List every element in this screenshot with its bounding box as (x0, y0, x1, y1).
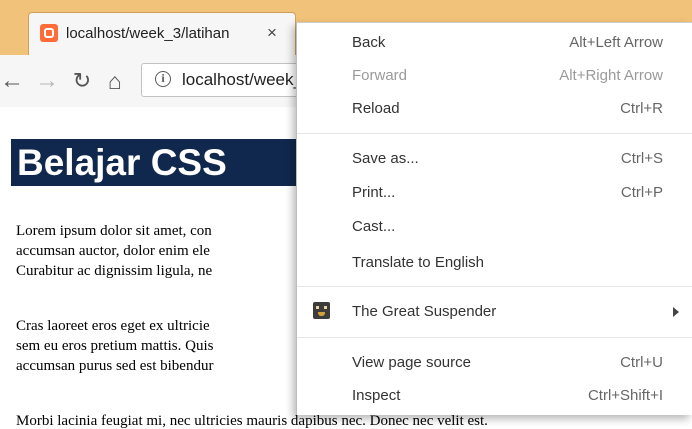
menu-shortcut: Alt+Left Arrow (569, 34, 663, 51)
submenu-arrow-icon (673, 307, 679, 317)
tab-title: localhost/week_3/latihan (66, 25, 230, 42)
menu-shortcut: Ctrl+P (620, 184, 663, 201)
menu-shortcut: Alt+Right Arrow (559, 67, 663, 84)
menu-item-print[interactable]: Print... Ctrl+P (297, 178, 692, 209)
info-icon[interactable]: i (155, 71, 171, 87)
menu-separator (297, 286, 692, 287)
menu-shortcut: Ctrl+R (620, 100, 663, 117)
context-menu: Back Alt+Left Arrow Forward Alt+Right Ar… (296, 22, 692, 415)
menu-separator (297, 133, 692, 134)
great-suspender-icon (313, 302, 330, 319)
reload-icon[interactable]: ↻ (70, 69, 94, 93)
menu-item-forward[interactable]: Forward Alt+Right Arrow (297, 61, 692, 92)
browser-window: localhost/week_3/latihan × ← → ↻ ⌂ i loc… (0, 0, 692, 429)
menu-item-great-suspender[interactable]: The Great Suspender (297, 297, 692, 328)
menu-shortcut: Ctrl+U (620, 354, 663, 371)
menu-item-cast[interactable]: Cast... (297, 212, 692, 243)
browser-tab[interactable]: localhost/week_3/latihan × (28, 12, 296, 55)
menu-item-view-source[interactable]: View page source Ctrl+U (297, 348, 692, 379)
menu-item-back[interactable]: Back Alt+Left Arrow (297, 28, 692, 59)
menu-shortcut (503, 253, 663, 273)
menu-shortcut (503, 217, 663, 237)
address-bar[interactable]: i localhost/week_3/latihan (141, 63, 313, 97)
arrow-left-icon[interactable]: ← (0, 69, 24, 93)
menu-separator (297, 337, 692, 338)
xampp-favicon-icon (40, 24, 58, 42)
menu-item-reload[interactable]: Reload Ctrl+R (297, 94, 692, 125)
menu-shortcut: Ctrl+Shift+I (587, 387, 663, 404)
menu-label: The Great Suspender (352, 303, 497, 320)
page-heading: Belajar CSS (11, 139, 299, 186)
close-icon[interactable]: × (262, 23, 282, 43)
arrow-right-icon[interactable]: → (35, 69, 59, 93)
menu-item-inspect[interactable]: Inspect Ctrl+Shift+I (297, 381, 692, 412)
menu-item-save-as[interactable]: Save as... Ctrl+S (297, 144, 692, 175)
address-url[interactable]: localhost/week_3/latihan (182, 69, 306, 91)
home-icon[interactable]: ⌂ (103, 69, 127, 93)
menu-shortcut: Ctrl+S (620, 150, 663, 167)
menu-item-translate[interactable]: Translate to English (297, 248, 692, 279)
